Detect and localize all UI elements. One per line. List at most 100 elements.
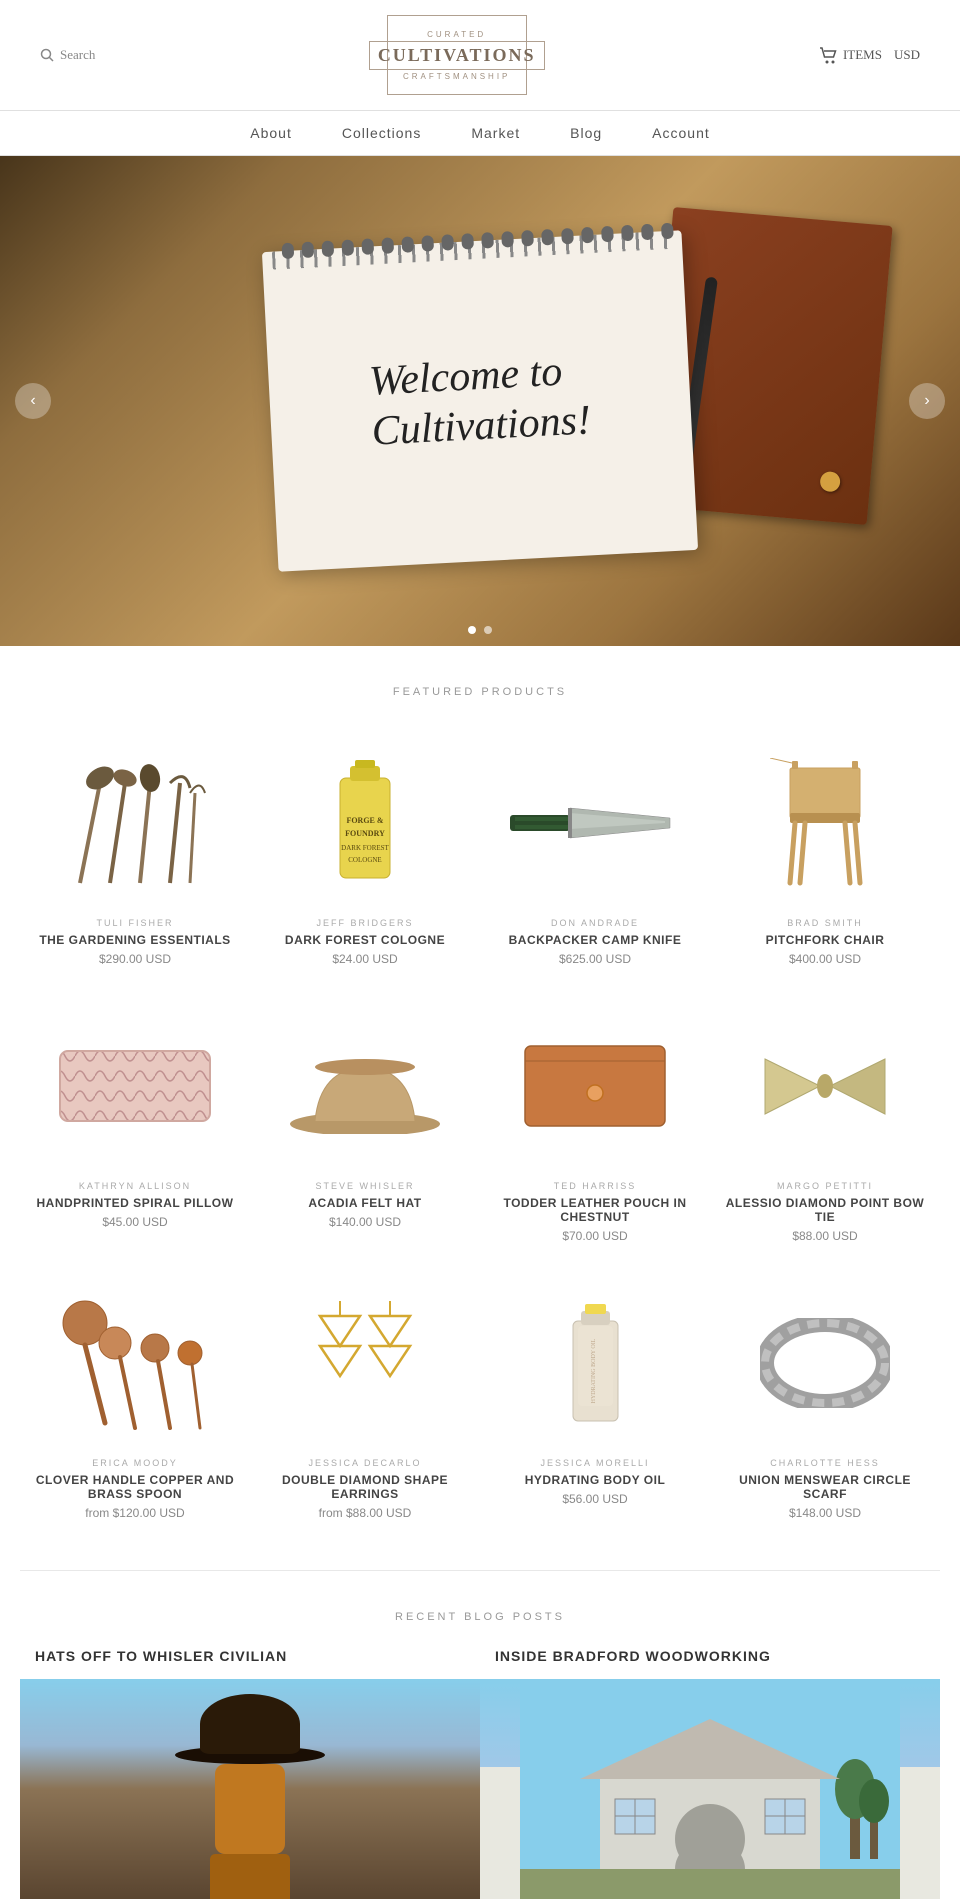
blog-post-2-image	[480, 1679, 940, 1899]
hero-text-line2: Cultivations!	[371, 397, 592, 454]
blog-post-1-title: HATS OFF TO WHISLER CIVILIAN	[20, 1648, 480, 1664]
logo[interactable]: CURATED CULTIVATIONS CRAFTSMANSHIP	[387, 15, 527, 95]
product-price-0: $290.00 USD	[99, 952, 171, 966]
product-artist-0: TULI FISHER	[96, 918, 173, 928]
product-artist-4: KATHRYN ALLISON	[79, 1181, 191, 1191]
product-price-3: $400.00 USD	[789, 952, 861, 966]
product-artist-11: CHARLOTTE HESS	[770, 1458, 880, 1468]
product-price-1: $24.00 USD	[332, 952, 397, 966]
product-image-6	[510, 1006, 680, 1166]
svg-text:FORGE &: FORGE &	[346, 816, 383, 825]
product-artist-10: JESSICA MORELLI	[540, 1458, 649, 1468]
product-item-4[interactable]: KATHRYN ALLISON HANDPRINTED SPIRAL PILLO…	[20, 986, 250, 1263]
product-price-6: $70.00 USD	[562, 1229, 627, 1243]
cart-label: ITEMS	[843, 47, 882, 63]
product-image-1: FORGE & FOUNDRY DARK FOREST COLOGNE	[280, 743, 450, 903]
product-item-6[interactable]: TED HARRISS TODDER LEATHER POUCH IN CHES…	[480, 986, 710, 1263]
product-artist-7: MARGO PETITTI	[777, 1181, 873, 1191]
search-button[interactable]: Search	[40, 47, 95, 63]
product-price-8: from $120.00 USD	[85, 1506, 184, 1520]
currency-selector[interactable]: USD	[894, 47, 920, 63]
hero-next-button[interactable]: ›	[909, 383, 945, 419]
product-image-7	[740, 1006, 910, 1166]
cart-button[interactable]: ITEMS	[818, 46, 882, 64]
logo-top-text: CURATED	[427, 30, 486, 39]
product-name-11: UNION MENSWEAR CIRCLE SCARF	[725, 1473, 925, 1501]
product-image-3	[740, 743, 910, 903]
featured-section-title: FEATURED PRODUCTS	[0, 686, 960, 698]
product-image-2	[510, 743, 680, 903]
hero-dot-1[interactable]	[468, 626, 476, 634]
product-image-4	[50, 1006, 220, 1166]
product-name-2: BACKPACKER CAMP KNIFE	[509, 933, 682, 947]
svg-text:DARK FOREST: DARK FOREST	[341, 844, 389, 852]
section-divider	[20, 1570, 940, 1571]
product-item-3[interactable]: BRAD SMITH PITCHFORK CHAIR $400.00 USD	[710, 723, 940, 986]
product-name-10: HYDRATING BODY OIL	[525, 1473, 666, 1487]
product-price-2: $625.00 USD	[559, 952, 631, 966]
product-image-9	[280, 1283, 450, 1443]
product-image-10: HYDRATING BODY OIL	[510, 1283, 680, 1443]
product-image-11	[740, 1283, 910, 1443]
product-price-11: $148.00 USD	[789, 1506, 861, 1520]
nav-account[interactable]: Account	[652, 125, 710, 141]
product-artist-3: BRAD SMITH	[787, 918, 863, 928]
product-artist-1: JEFF BRIDGERS	[316, 918, 413, 928]
product-name-7: ALESSIO DIAMOND POINT BOW TIE	[725, 1196, 925, 1224]
product-name-5: ACADIA FELT HAT	[308, 1196, 421, 1210]
blog-section-title: RECENT BLOG POSTS	[0, 1611, 960, 1623]
product-artist-5: STEVE WHISLER	[315, 1181, 414, 1191]
product-item-11[interactable]: CHARLOTTE HESS UNION MENSWEAR CIRCLE SCA…	[710, 1263, 940, 1540]
product-name-9: DOUBLE DIAMOND SHAPE EARRINGS	[265, 1473, 465, 1501]
product-artist-9: JESSICA DECARLO	[308, 1458, 421, 1468]
logo-bottom-text: CRAFTSMANSHIP	[403, 72, 510, 81]
product-artist-6: TED HARRISS	[554, 1181, 637, 1191]
search-icon	[40, 48, 54, 62]
product-item-1[interactable]: FORGE & FOUNDRY DARK FOREST COLOGNE JEFF…	[250, 723, 480, 986]
header: Search CURATED CULTIVATIONS CRAFTSMANSHI…	[0, 0, 960, 111]
product-price-9: from $88.00 USD	[319, 1506, 412, 1520]
hero-banner: Welcome to Cultivations! ‹ ›	[0, 156, 960, 646]
blog-grid: HATS OFF TO WHISLER CIVILIAN INSIDE BRAD…	[0, 1648, 960, 1899]
product-artist-2: DON ANDRADE	[551, 918, 639, 928]
product-price-4: $45.00 USD	[102, 1215, 167, 1229]
blog-post-2[interactable]: INSIDE BRADFORD WOODWORKING	[480, 1648, 940, 1899]
hero-dot-2[interactable]	[484, 626, 492, 634]
product-image-8	[50, 1283, 220, 1443]
hero-dots	[468, 626, 492, 634]
blog-post-1[interactable]: HATS OFF TO WHISLER CIVILIAN	[20, 1648, 480, 1899]
nav-about[interactable]: About	[250, 125, 292, 141]
search-label: Search	[60, 47, 95, 63]
product-price-10: $56.00 USD	[562, 1492, 627, 1506]
product-image-0	[50, 743, 220, 903]
product-name-6: TODDER LEATHER POUCH IN CHESTNUT	[495, 1196, 695, 1224]
hero-prev-button[interactable]: ‹	[15, 383, 51, 419]
product-price-5: $140.00 USD	[329, 1215, 401, 1229]
nav-market[interactable]: Market	[471, 125, 520, 141]
nav-collections[interactable]: Collections	[342, 125, 421, 141]
product-price-7: $88.00 USD	[792, 1229, 857, 1243]
product-item-7[interactable]: MARGO PETITTI ALESSIO DIAMOND POINT BOW …	[710, 986, 940, 1263]
header-right: ITEMS USD	[818, 46, 920, 64]
product-item-10[interactable]: HYDRATING BODY OIL JESSICA MORELLI HYDRA…	[480, 1263, 710, 1540]
product-item-8[interactable]: ERICA MOODY CLOVER HANDLE COPPER AND BRA…	[20, 1263, 250, 1540]
product-name-8: CLOVER HANDLE COPPER AND BRASS SPOON	[35, 1473, 235, 1501]
products-grid: TULI FISHER THE GARDENING ESSENTIALS $29…	[0, 723, 960, 1540]
cart-icon	[818, 46, 838, 64]
blog-post-2-title: INSIDE BRADFORD WOODWORKING	[480, 1648, 940, 1664]
svg-text:COLOGNE: COLOGNE	[348, 856, 381, 864]
product-item-2[interactable]: DON ANDRADE BACKPACKER CAMP KNIFE $625.0…	[480, 723, 710, 986]
hero-text-line1: Welcome to	[368, 348, 563, 404]
main-nav: About Collections Market Blog Account	[0, 111, 960, 156]
logo-main-text: CULTIVATIONS	[369, 41, 545, 70]
product-name-0: THE GARDENING ESSENTIALS	[39, 933, 230, 947]
product-artist-8: ERICA MOODY	[92, 1458, 178, 1468]
product-name-1: DARK FOREST COLOGNE	[285, 933, 445, 947]
product-item-5[interactable]: STEVE WHISLER ACADIA FELT HAT $140.00 US…	[250, 986, 480, 1263]
nav-blog[interactable]: Blog	[570, 125, 602, 141]
product-name-3: PITCHFORK CHAIR	[766, 933, 885, 947]
product-image-5	[280, 1006, 450, 1166]
product-item-9[interactable]: JESSICA DECARLO DOUBLE DIAMOND SHAPE EAR…	[250, 1263, 480, 1540]
product-item-0[interactable]: TULI FISHER THE GARDENING ESSENTIALS $29…	[20, 723, 250, 986]
blog-post-1-image	[20, 1679, 480, 1899]
